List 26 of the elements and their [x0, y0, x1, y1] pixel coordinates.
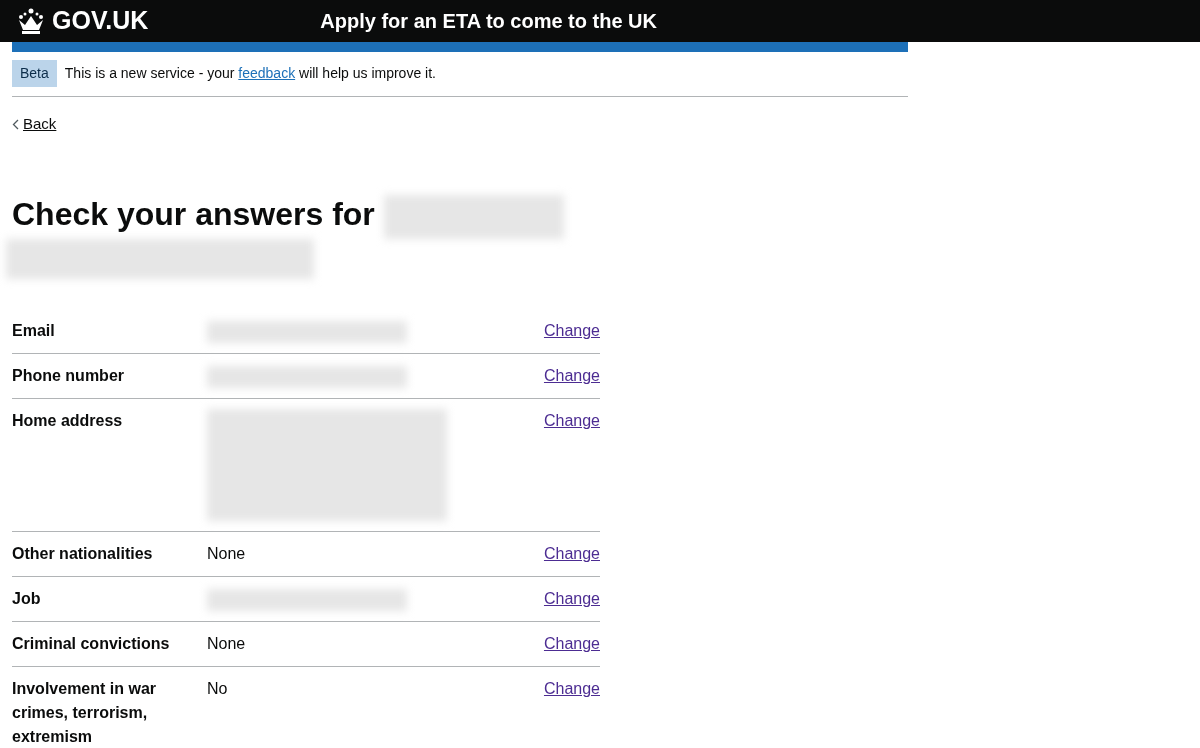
page-heading: Check your answers for	[12, 196, 376, 233]
summary-key: Job	[12, 587, 207, 612]
summary-key: Criminal convictions	[12, 632, 207, 657]
change-link[interactable]: Change	[543, 632, 600, 657]
summary-key: Email	[12, 319, 207, 344]
phase-tag: Beta	[12, 60, 57, 87]
summary-key: Other nationalities	[12, 542, 207, 567]
back-link[interactable]: Back	[12, 113, 57, 136]
summary-value: No	[207, 680, 228, 698]
summary-value: None	[207, 635, 246, 653]
change-link[interactable]: Change	[543, 319, 600, 344]
change-link[interactable]: Change	[543, 364, 600, 389]
service-name-link[interactable]: Apply for an ETA to come to the UK	[320, 6, 657, 36]
change-link[interactable]: Change	[543, 677, 600, 748]
summary-key: Home address	[12, 409, 207, 522]
change-link[interactable]: Change	[543, 542, 600, 567]
banner-text: This is a new service - your feedback will help us improve it.	[64, 64, 436, 83]
summary-key: Involvement in war crimes, terrorism, extremism	[12, 677, 207, 748]
change-link[interactable]: Change	[543, 587, 600, 612]
summary-value: None	[207, 545, 246, 563]
change-link[interactable]: Change	[543, 409, 600, 522]
feedback-link[interactable]: feedback	[238, 65, 296, 81]
summary-key: Phone number	[12, 364, 207, 389]
chevron-left-icon	[12, 118, 19, 130]
crown-icon	[16, 8, 46, 34]
logo-link[interactable]: GOV.UK	[16, 2, 149, 40]
